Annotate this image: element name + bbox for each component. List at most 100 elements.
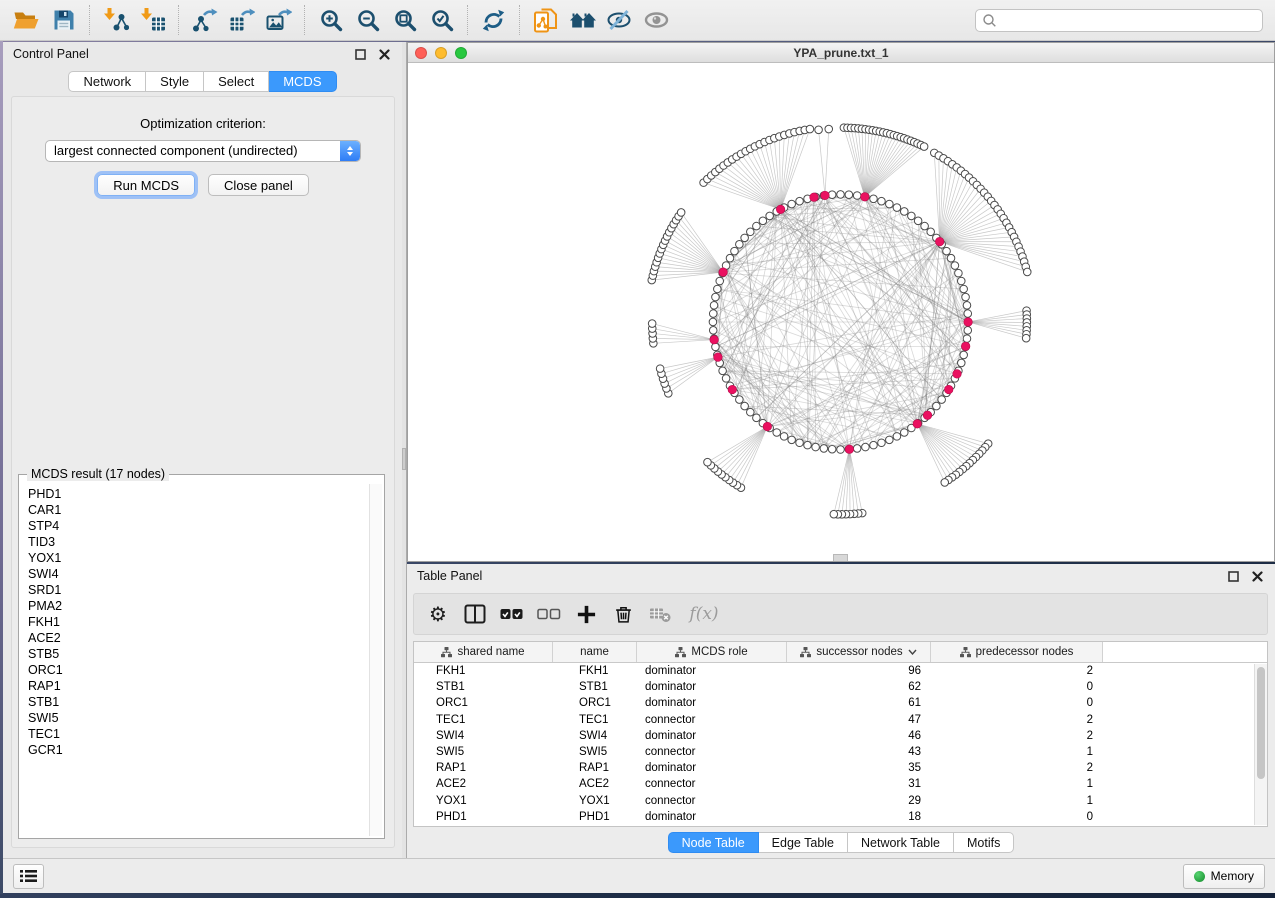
mcds-result-item[interactable]: STP4	[21, 518, 367, 534]
mcds-list-scrollbar[interactable]	[369, 484, 382, 836]
mcds-result-item[interactable]: STB5	[21, 646, 367, 662]
mcds-result-item[interactable]: SWI4	[21, 566, 367, 582]
mcds-result-groupbox: MCDS result (17 nodes) PHD1CAR1STP4TID3Y…	[18, 467, 385, 839]
float-panel-icon[interactable]	[352, 46, 368, 62]
export-network-icon[interactable]	[186, 3, 223, 37]
tab-network-table[interactable]: Network Table	[848, 832, 954, 853]
export-image-icon[interactable]	[260, 3, 297, 37]
table-row[interactable]: PHD1PHD1dominator180	[414, 809, 1267, 825]
cell-successor-nodes: 31	[787, 778, 931, 790]
export-table-icon[interactable]	[223, 3, 260, 37]
zoom-fit-icon[interactable]	[386, 3, 423, 37]
mcds-result-item[interactable]: SRD1	[21, 582, 367, 598]
share-document-icon[interactable]	[527, 3, 564, 37]
add-icon[interactable]	[573, 601, 599, 627]
zoom-in-icon[interactable]	[312, 3, 349, 37]
mcds-result-item[interactable]: YOX1	[21, 550, 367, 566]
mcds-result-item[interactable]: SWI5	[21, 710, 367, 726]
tab-select[interactable]: Select	[204, 71, 269, 92]
houses-icon[interactable]	[564, 3, 601, 37]
network-graph[interactable]	[408, 63, 1274, 561]
cell-name: ACE2	[553, 778, 637, 790]
column-header-predecessor-nodes[interactable]: predecessor nodes	[931, 642, 1103, 662]
table-row[interactable]: ACE2ACE2connector311	[414, 776, 1267, 792]
table-row[interactable]: YOX1YOX1connector291	[414, 793, 1267, 809]
table-scrollbar[interactable]	[1254, 664, 1267, 825]
splitter-handle[interactable]	[402, 448, 406, 470]
search-box	[975, 9, 1263, 32]
cell-shared-name: FKH1	[414, 665, 553, 677]
table-panel-title: Table Panel	[417, 569, 482, 583]
close-window-icon[interactable]	[415, 47, 427, 59]
table-row[interactable]: FKH1FKH1dominator962	[414, 663, 1267, 679]
import-network-icon[interactable]	[97, 3, 134, 37]
mcds-result-item[interactable]: ACE2	[21, 630, 367, 646]
control-panel-tabs: NetworkStyleSelectMCDS	[3, 71, 402, 92]
open-folder-icon[interactable]	[8, 3, 45, 37]
settings-icon[interactable]: ⚙	[425, 601, 451, 627]
tab-network[interactable]: Network	[68, 71, 146, 92]
tab-motifs[interactable]: Motifs	[954, 832, 1014, 853]
memory-button[interactable]: Memory	[1183, 864, 1265, 889]
import-table-icon[interactable]	[134, 3, 171, 37]
maximize-window-icon[interactable]	[455, 47, 467, 59]
close-panel-button[interactable]: Close panel	[208, 174, 309, 196]
column-header-shared-name[interactable]: shared name	[414, 642, 553, 662]
cell-successor-nodes: 46	[787, 730, 931, 742]
float-panel-icon[interactable]	[1225, 568, 1241, 584]
task-history-icon[interactable]	[13, 864, 44, 889]
zoom-selected-icon[interactable]	[423, 3, 460, 37]
column-header-mcds-role[interactable]: MCDS role	[637, 642, 787, 662]
mcds-result-item[interactable]: GCR1	[21, 742, 367, 758]
mcds-result-item[interactable]: TEC1	[21, 726, 367, 742]
tab-node-table[interactable]: Node Table	[668, 832, 759, 853]
table-row[interactable]: SWI5SWI5connector431	[414, 744, 1267, 760]
table-row[interactable]: ORC1ORC1dominator610	[414, 695, 1267, 711]
save-icon[interactable]	[45, 3, 82, 37]
network-window-title: YPA_prune.txt_1	[408, 46, 1274, 60]
delete-icon[interactable]	[610, 601, 636, 627]
horizontal-splitter-handle[interactable]	[833, 554, 848, 561]
table-row[interactable]: SWI4SWI4dominator462	[414, 728, 1267, 744]
mcds-result-item[interactable]: RAP1	[21, 678, 367, 694]
function-icon[interactable]: f(x)	[684, 601, 724, 627]
close-panel-icon[interactable]	[376, 46, 392, 62]
cell-shared-name: YOX1	[414, 795, 553, 807]
table-row[interactable]: RAP1RAP1dominator352	[414, 760, 1267, 776]
tab-style[interactable]: Style	[146, 71, 204, 92]
column-header-successor-nodes[interactable]: successor nodes	[787, 642, 931, 662]
tab-edge-table[interactable]: Edge Table	[759, 832, 848, 853]
columns-icon[interactable]	[462, 601, 488, 627]
close-panel-icon[interactable]	[1249, 568, 1265, 584]
refresh-icon[interactable]	[475, 3, 512, 37]
scrollbar-thumb[interactable]	[1257, 667, 1265, 779]
select-all-icon[interactable]	[499, 601, 525, 627]
network-canvas[interactable]	[408, 63, 1274, 561]
mcds-result-item[interactable]: FKH1	[21, 614, 367, 630]
table-row[interactable]: TEC1TEC1connector472	[414, 712, 1267, 728]
mcds-result-list[interactable]: PHD1CAR1STP4TID3YOX1SWI4SRD1PMA2FKH1ACE2…	[21, 486, 367, 835]
hide-eye-icon[interactable]	[601, 3, 638, 37]
clear-table-icon[interactable]	[647, 601, 673, 627]
cell-mcds-role: dominator	[637, 811, 787, 823]
run-mcds-button[interactable]: Run MCDS	[97, 174, 195, 196]
eye-icon[interactable]	[638, 3, 675, 37]
deselect-all-icon[interactable]	[536, 601, 562, 627]
mcds-result-item[interactable]: CAR1	[21, 502, 367, 518]
mcds-result-item[interactable]: TID3	[21, 534, 367, 550]
tab-mcds[interactable]: MCDS	[269, 71, 336, 92]
mcds-result-item[interactable]: PHD1	[21, 486, 367, 502]
table-row[interactable]: STB1STB1dominator620	[414, 679, 1267, 695]
minimize-window-icon[interactable]	[435, 47, 447, 59]
zoom-out-icon[interactable]	[349, 3, 386, 37]
mcds-result-item[interactable]: PMA2	[21, 598, 367, 614]
optimization-criterion-dropdown[interactable]: largest connected component (undirected)	[45, 140, 361, 162]
status-bar: Memory	[3, 858, 1275, 893]
search-input[interactable]	[997, 11, 1262, 30]
cell-shared-name: SWI5	[414, 746, 553, 758]
column-header-name[interactable]: name	[553, 642, 637, 662]
mcds-result-item[interactable]: ORC1	[21, 662, 367, 678]
network-window-titlebar[interactable]: YPA_prune.txt_1	[408, 43, 1274, 63]
mcds-result-item[interactable]: STB1	[21, 694, 367, 710]
cell-name: SWI5	[553, 746, 637, 758]
